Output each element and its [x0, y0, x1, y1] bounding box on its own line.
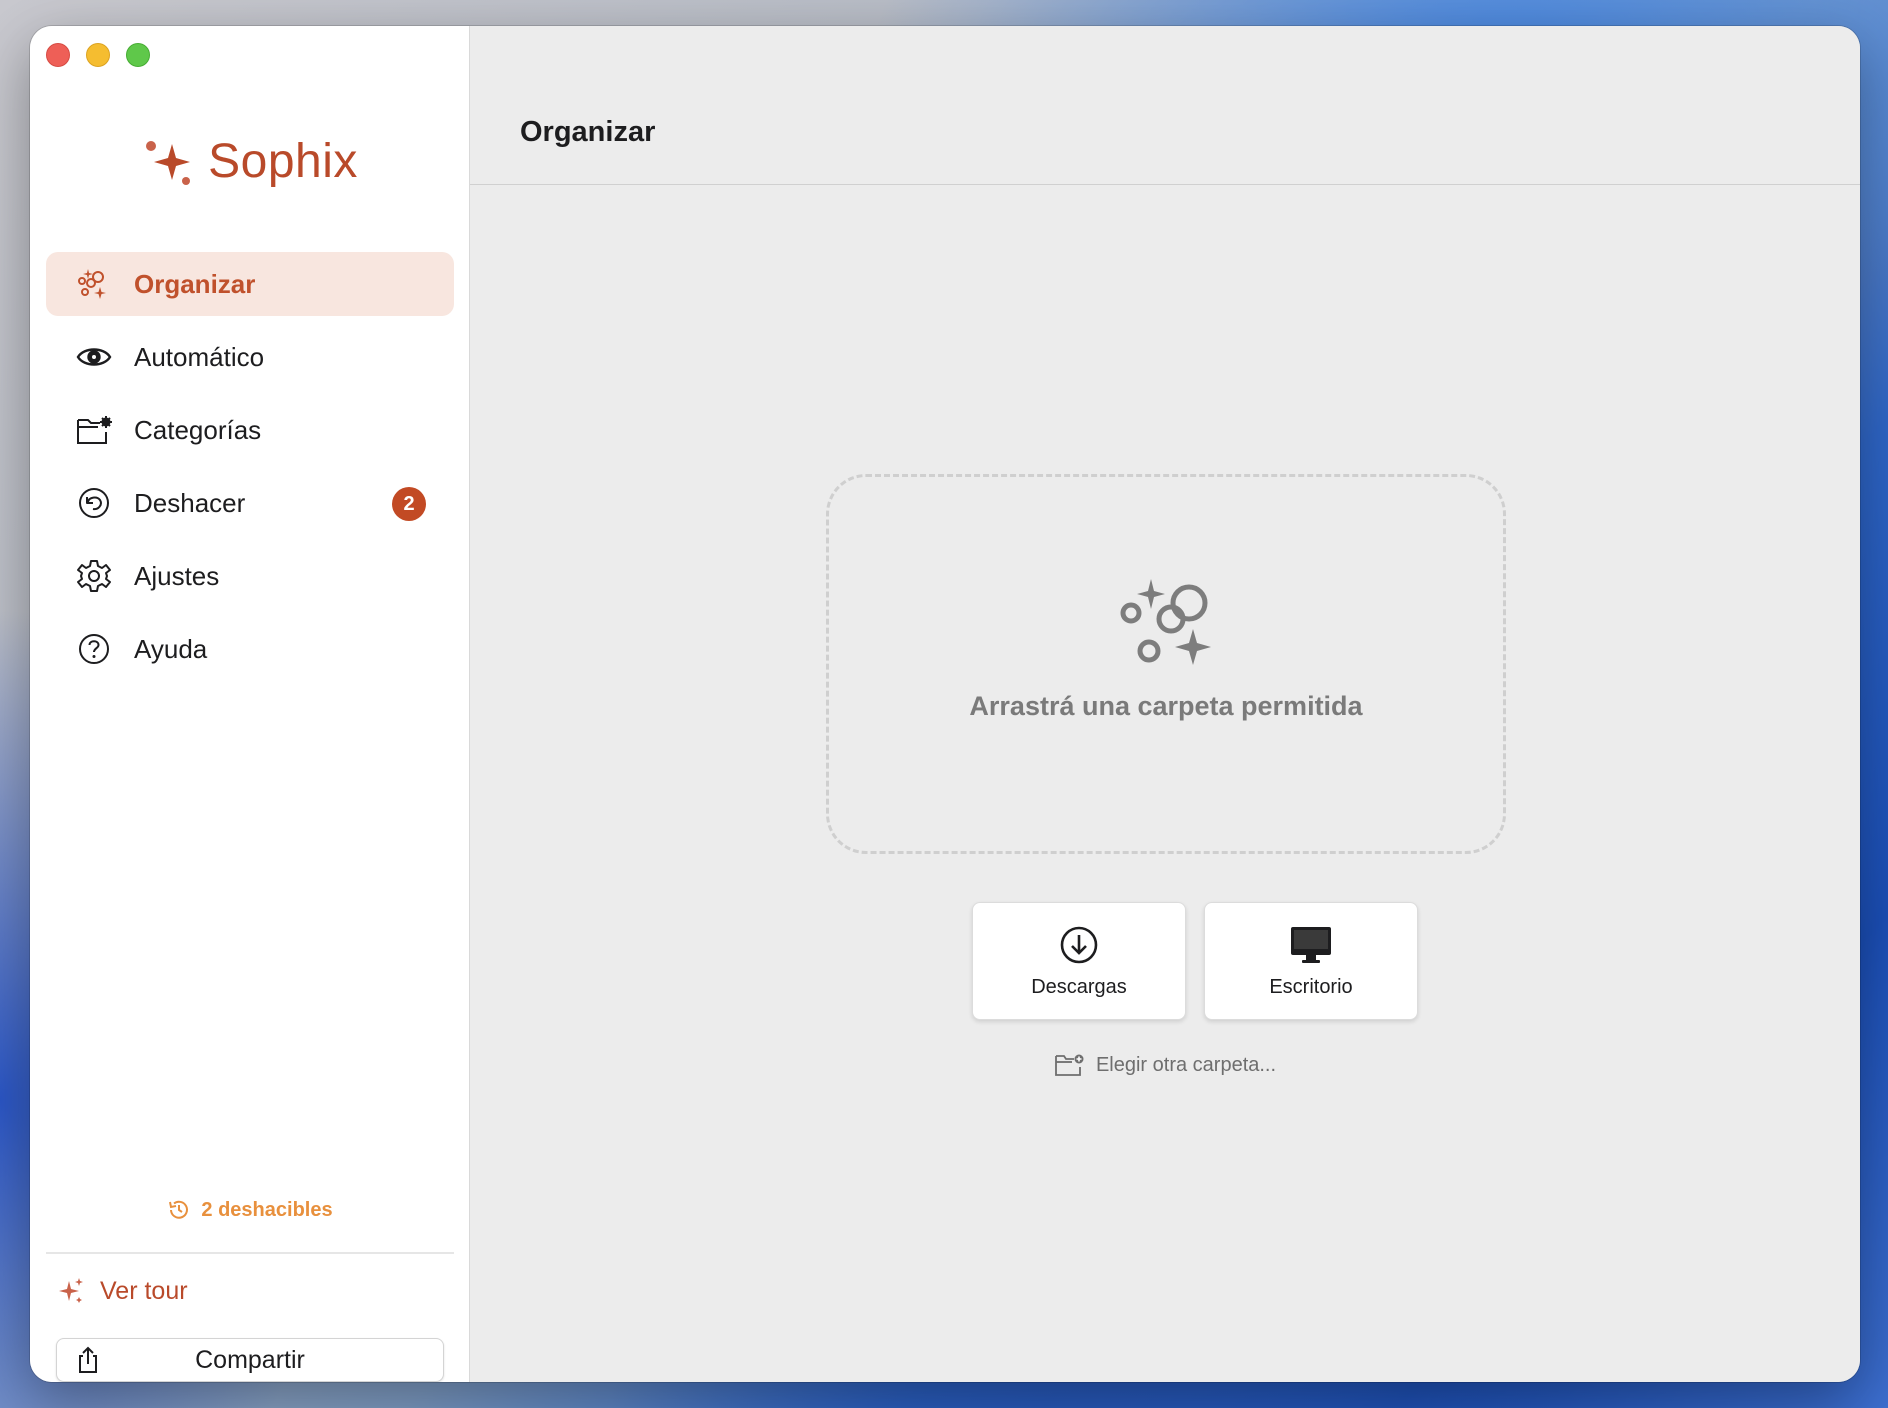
sparkle-bubbles-icon — [76, 266, 112, 302]
sidebar-item-organizar[interactable]: Organizar — [46, 252, 454, 316]
app-window: Sophix Organizar Automático Categorías D… — [30, 26, 1860, 1382]
close-window-button[interactable] — [46, 43, 70, 67]
app-name: Sophix — [208, 135, 358, 188]
choose-other-folder-label: Elegir otra carpeta... — [1095, 1053, 1277, 1076]
history-icon — [169, 1200, 189, 1219]
question-circle-icon — [76, 631, 112, 667]
share-label: Compartir — [195, 1345, 305, 1374]
sidebar-item-ayuda[interactable]: Ayuda — [46, 617, 454, 681]
undoable-count-link[interactable]: 2 deshacibles — [30, 1198, 470, 1222]
desktop-label: Escritorio — [1269, 975, 1353, 998]
main-content: Organizar Arrastrá una carpeta permitida… — [470, 26, 1860, 1382]
sidebar-item-categorias[interactable]: Categorías — [46, 398, 454, 462]
sidebar-item-label: Automático — [134, 341, 265, 372]
share-button[interactable]: Compartir — [56, 1338, 444, 1382]
app-brand: Sophix — [30, 134, 470, 189]
window-controls — [46, 43, 150, 67]
main-header: Organizar — [470, 26, 1860, 185]
undoable-count-label: 2 deshacibles — [201, 1198, 333, 1221]
folder-drop-zone[interactable]: Arrastrá una carpeta permitida — [826, 474, 1506, 854]
minimize-window-button[interactable] — [86, 43, 110, 67]
sidebar-item-label: Ajustes — [134, 560, 220, 591]
downloads-label: Descargas — [1031, 975, 1127, 998]
page-title: Organizar — [520, 116, 656, 148]
folder-gear-icon — [76, 412, 112, 448]
share-icon — [79, 1346, 97, 1373]
sidebar-bottom-divider — [46, 1252, 454, 1254]
sidebar-item-label: Deshacer — [134, 487, 246, 518]
undo-circle-icon — [76, 485, 112, 521]
drop-zone-text: Arrastrá una carpeta permitida — [969, 691, 1363, 721]
sidebar-item-deshacer[interactable]: Deshacer 2 — [46, 471, 454, 535]
sidebar: Sophix Organizar Automático Categorías D… — [30, 26, 470, 1382]
sidebar-item-automatico[interactable]: Automático — [46, 325, 454, 389]
sparkle-logo-icon — [146, 140, 191, 185]
undo-count-badge: 2 — [392, 487, 426, 521]
download-circle-icon — [1060, 926, 1098, 963]
sidebar-item-label: Categorías — [134, 414, 262, 445]
downloads-folder-button[interactable]: Descargas — [972, 902, 1186, 1020]
tour-link[interactable]: Ver tour — [56, 1276, 188, 1306]
sidebar-nav: Organizar Automático Categorías Deshacer… — [46, 252, 454, 690]
sparkles-icon — [59, 1278, 83, 1303]
sidebar-item-ajustes[interactable]: Ajustes — [46, 544, 454, 608]
sidebar-item-label: Ayuda — [134, 633, 208, 664]
desktop-monitor-icon — [1291, 926, 1331, 963]
choose-other-folder-link[interactable]: Elegir otra carpeta... — [470, 1052, 1860, 1078]
sidebar-item-label: Organizar — [134, 268, 256, 299]
tour-label: Ver tour — [100, 1276, 188, 1305]
gear-icon — [76, 558, 112, 594]
desktop-folder-button[interactable]: Escritorio — [1204, 902, 1418, 1020]
eye-icon — [76, 339, 112, 375]
zoom-window-button[interactable] — [126, 43, 150, 67]
sparkle-bubbles-icon — [1120, 579, 1211, 665]
folder-add-icon — [1055, 1054, 1084, 1076]
